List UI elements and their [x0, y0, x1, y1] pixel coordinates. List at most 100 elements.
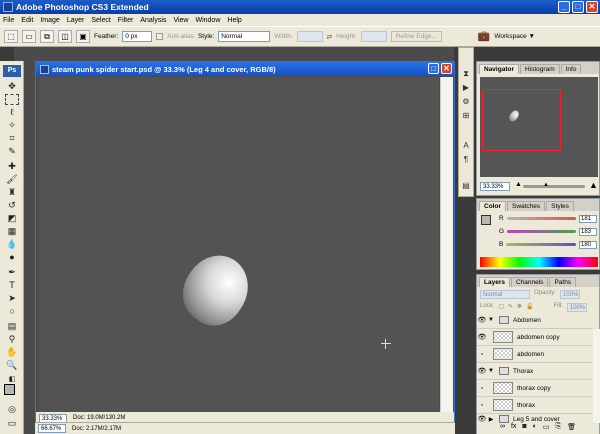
- layers-scrollbar[interactable]: [593, 329, 600, 423]
- crop-tool-icon[interactable]: ⌗: [5, 133, 19, 144]
- color-fg-swatch[interactable]: [481, 215, 491, 225]
- history-panel-icon[interactable]: ⧗: [460, 68, 472, 79]
- channel-g-input[interactable]: 183: [579, 227, 597, 236]
- channel-r-slider[interactable]: [506, 217, 576, 220]
- shape-tool-icon[interactable]: ○: [5, 306, 19, 317]
- screen-mode-icon[interactable]: ▭: [5, 418, 19, 429]
- menu-view[interactable]: View: [173, 17, 188, 24]
- new-selection-icon[interactable]: ▭: [22, 30, 36, 43]
- color-spectrum-ramp[interactable]: [480, 257, 598, 267]
- move-tool-icon[interactable]: ✥: [5, 81, 19, 92]
- zoom-in-icon[interactable]: ▲: [589, 180, 598, 190]
- layer-row[interactable]: ▫ thorax: [477, 397, 592, 414]
- path-select-icon[interactable]: ➤: [5, 293, 19, 304]
- doc-close-button[interactable]: ✕: [441, 63, 452, 74]
- width-input[interactable]: [296, 31, 323, 42]
- hand-tool-icon[interactable]: ✋: [5, 347, 19, 358]
- notes-tool-icon[interactable]: ▤: [5, 321, 19, 332]
- intersect-selection-icon[interactable]: ▣: [76, 30, 90, 43]
- lasso-tool-icon[interactable]: ℓ: [5, 107, 19, 118]
- paragraph-panel-icon[interactable]: ¶: [460, 154, 472, 165]
- visibility-eye-icon[interactable]: 👁: [477, 415, 487, 423]
- blend-mode-select[interactable]: Normal: [480, 290, 530, 299]
- navigator-view-rectangle[interactable]: [482, 89, 561, 151]
- magic-wand-icon[interactable]: ✧: [5, 120, 19, 131]
- character-panel-icon[interactable]: A: [460, 140, 472, 151]
- swap-icon[interactable]: ⇄: [327, 33, 332, 41]
- layer-row[interactable]: 👁 ▼ Abdomen: [477, 312, 592, 329]
- zoom-tool-icon[interactable]: 🔍: [5, 360, 19, 371]
- eyedropper-icon[interactable]: ⚲: [5, 334, 19, 345]
- blur-tool-icon[interactable]: 💧: [5, 239, 19, 250]
- tab-info[interactable]: Info: [560, 64, 582, 74]
- actions-panel-icon[interactable]: ▶: [460, 82, 472, 93]
- new-layer-icon[interactable]: ⎘: [556, 423, 562, 434]
- add-mask-icon[interactable]: ◙: [522, 423, 526, 434]
- menu-select[interactable]: Select: [91, 17, 110, 24]
- zoom-out-icon[interactable]: ▲: [515, 181, 522, 188]
- quick-mask-icon[interactable]: ◎: [5, 404, 19, 415]
- link-layers-icon[interactable]: ∞: [500, 423, 505, 434]
- channel-b-input[interactable]: 180: [579, 240, 597, 249]
- navigator-zoom-slider[interactable]: ▲: [523, 182, 585, 188]
- maximize-button[interactable]: □: [572, 1, 584, 13]
- healing-brush-icon[interactable]: ✚: [5, 161, 19, 172]
- tool-presets-icon[interactable]: ⚙: [460, 96, 472, 107]
- menu-analysis[interactable]: Analysis: [140, 17, 166, 24]
- menu-filter[interactable]: Filter: [118, 17, 134, 24]
- opacity-input[interactable]: 100%: [560, 290, 581, 299]
- gradient-tool-icon[interactable]: ▦: [5, 226, 19, 237]
- minimize-button[interactable]: _: [558, 1, 570, 13]
- tab-paths[interactable]: Paths: [549, 277, 577, 287]
- refine-edge-button[interactable]: Refine Edge...: [390, 31, 442, 42]
- layer-row[interactable]: ▫ thorax copy: [477, 380, 592, 397]
- menu-window[interactable]: Window: [195, 17, 220, 24]
- history-brush-icon[interactable]: ↺: [5, 200, 19, 211]
- briefcase-icon[interactable]: 💼: [478, 31, 490, 42]
- document-canvas[interactable]: [39, 77, 439, 412]
- layer-comps-icon[interactable]: ⊞: [460, 110, 472, 121]
- layer-row[interactable]: 👁 abdomen copy: [477, 329, 592, 346]
- visibility-off-box[interactable]: ▫: [477, 351, 487, 358]
- menu-file[interactable]: File: [3, 17, 14, 24]
- marquee-preset-icon[interactable]: ⬚: [4, 30, 18, 43]
- vertical-scrollbar[interactable]: [440, 77, 453, 412]
- brushes-panel-icon[interactable]: ▤: [460, 180, 472, 191]
- close-button[interactable]: ✕: [586, 1, 598, 13]
- workspace-button[interactable]: Workspace ▼: [494, 33, 535, 40]
- menu-edit[interactable]: Edit: [21, 17, 33, 24]
- expand-triangle-icon[interactable]: ▼: [487, 368, 495, 374]
- menu-layer[interactable]: Layer: [67, 17, 85, 24]
- tab-histogram[interactable]: Histogram: [519, 64, 560, 74]
- zoom-slider-thumb-icon[interactable]: ▲: [543, 182, 549, 188]
- tab-channels[interactable]: Channels: [510, 277, 549, 287]
- layer-style-icon[interactable]: fx: [511, 423, 516, 434]
- tab-layers[interactable]: Layers: [479, 277, 510, 287]
- subtract-selection-icon[interactable]: ◫: [58, 30, 72, 43]
- channel-b-slider[interactable]: [506, 243, 576, 246]
- visibility-eye-icon[interactable]: 👁: [477, 367, 487, 375]
- brush-tool-icon[interactable]: 🖌: [5, 174, 19, 185]
- channel-r-input[interactable]: 181: [579, 214, 597, 223]
- navigator-zoom-field[interactable]: 33.33%: [480, 182, 510, 191]
- fill-input[interactable]: 100%: [566, 303, 587, 312]
- delete-layer-icon[interactable]: 🗑: [567, 423, 576, 434]
- adjustment-layer-icon[interactable]: ◐: [533, 423, 537, 434]
- type-tool-icon[interactable]: T: [5, 280, 19, 291]
- visibility-off-box[interactable]: ▫: [477, 385, 487, 392]
- menu-help[interactable]: Help: [227, 17, 241, 24]
- visibility-off-box[interactable]: ▫: [477, 402, 487, 409]
- app-zoom-field[interactable]: 66.67%: [38, 424, 66, 433]
- clone-stamp-icon[interactable]: ♜: [5, 187, 19, 198]
- new-group-icon[interactable]: ▭: [543, 423, 550, 434]
- layer-row[interactable]: 👁 ▼ Thorax: [477, 363, 592, 380]
- antialias-checkbox[interactable]: [156, 33, 164, 40]
- menu-image[interactable]: Image: [40, 17, 59, 24]
- height-input[interactable]: [360, 31, 387, 42]
- slice-tool-icon[interactable]: ✎: [5, 146, 19, 157]
- tab-styles[interactable]: Styles: [546, 201, 574, 211]
- navigator-thumbnail[interactable]: [480, 77, 598, 177]
- add-selection-icon[interactable]: ⧉: [40, 30, 54, 43]
- tab-swatches[interactable]: Swatches: [506, 201, 546, 211]
- foreground-color-swatch[interactable]: [4, 384, 15, 395]
